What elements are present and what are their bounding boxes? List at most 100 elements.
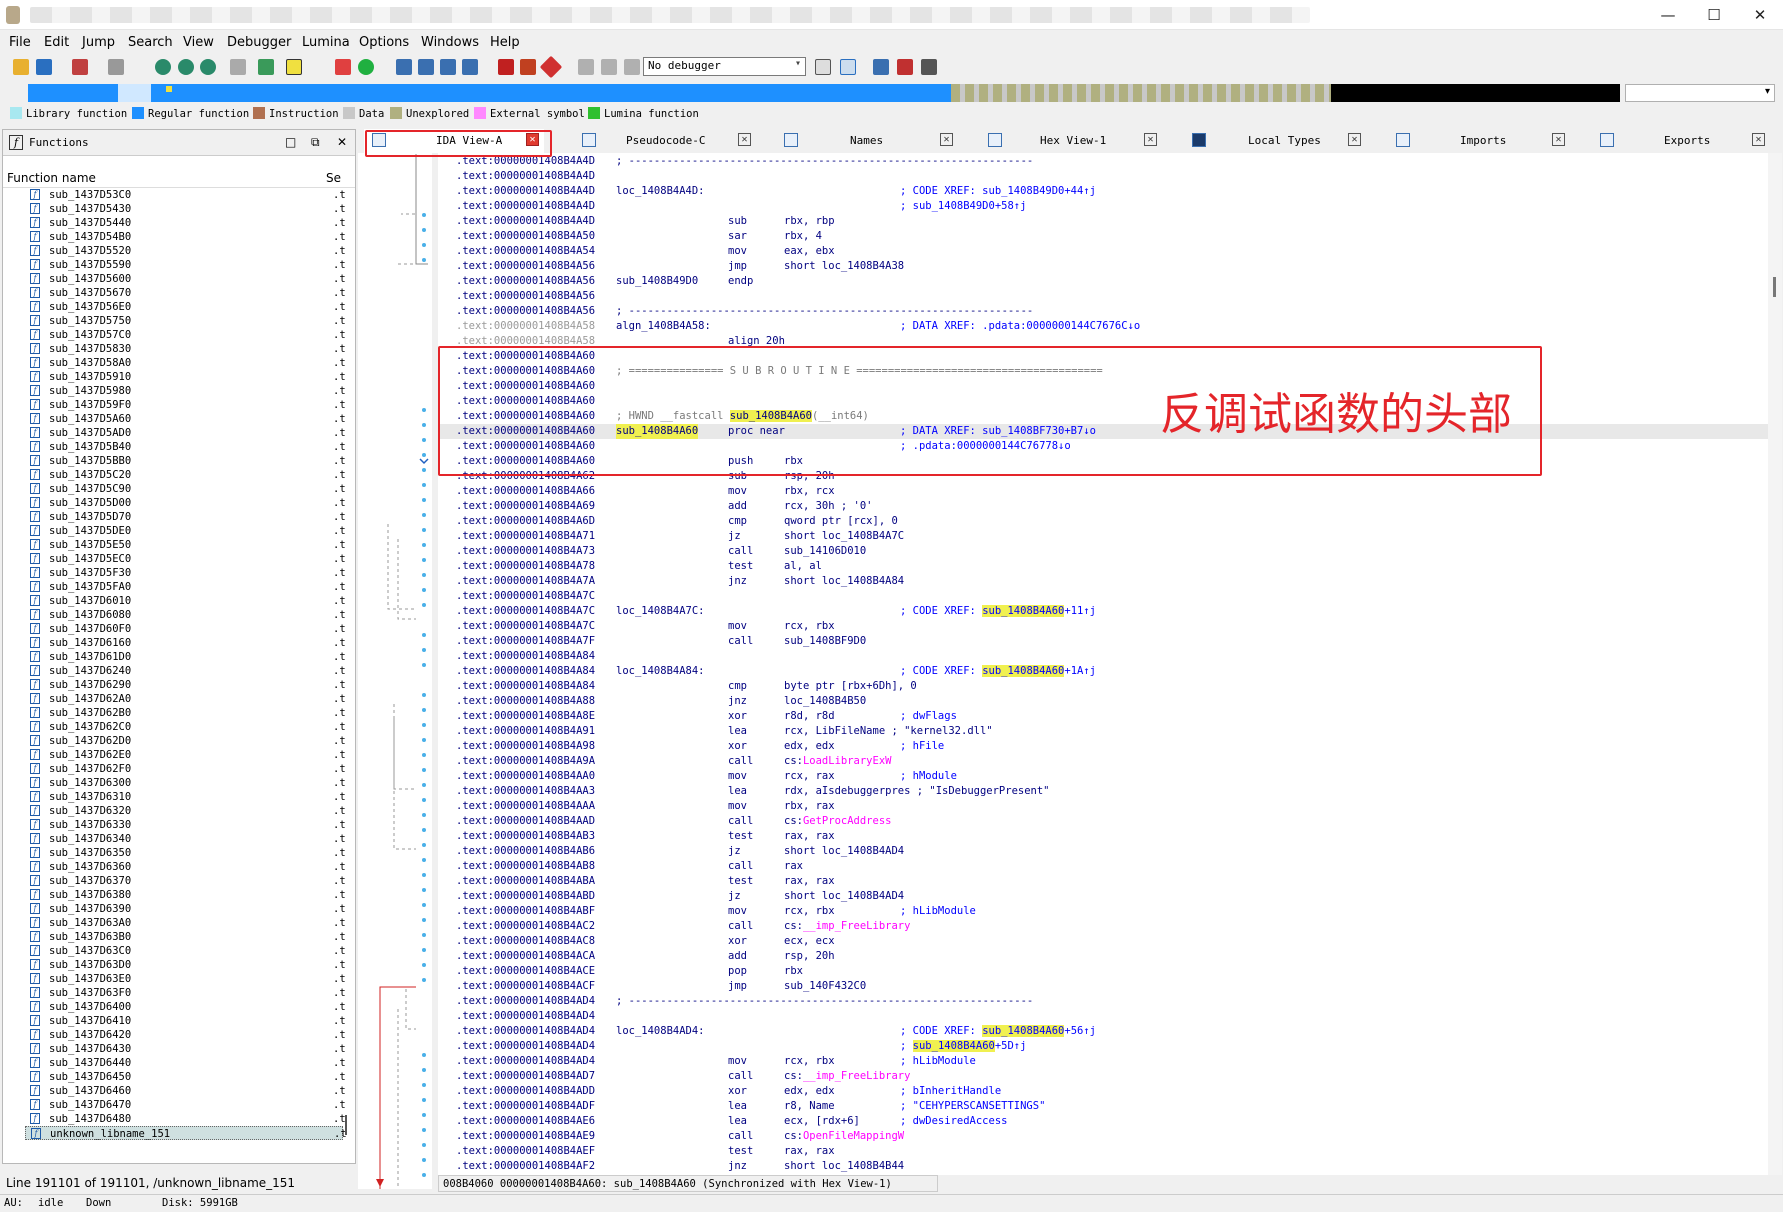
- asm-line[interactable]: .text:00000001408B4AA0 mov rcx, rax; hModu…: [438, 769, 1768, 784]
- trace-icon[interactable]: [520, 59, 536, 75]
- function-list-item[interactable]: f sub_1437D6410 .t: [25, 1014, 346, 1028]
- function-list-item[interactable]: f sub_1437D5590 .t: [25, 258, 346, 272]
- asm-line[interactable]: .text:00000001408B4A4D; sub_1408B49D0+58…: [438, 199, 1768, 214]
- list-icon[interactable]: [873, 59, 889, 75]
- function-list-item[interactable]: f sub_1437D5C20 .t: [25, 468, 346, 482]
- function-list-item[interactable]: f sub_1437D6080 .t: [25, 608, 346, 622]
- asm-line[interactable]: .text:00000001408B4AC2 call cs:__imp_FreeL…: [438, 919, 1768, 934]
- asm-line[interactable]: .text:00000001408B4A9A call cs:LoadLibrary…: [438, 754, 1768, 769]
- asm-line[interactable]: .text:00000001408B4AD4 loc_1408B4AD4:; CO…: [438, 1024, 1768, 1039]
- function-list-item[interactable]: f sub_1437D6370 .t: [25, 874, 346, 888]
- function-list-item[interactable]: f sub_1437D58A0 .t: [25, 356, 346, 370]
- function-list-item[interactable]: f sub_1437D5440 .t: [25, 216, 346, 230]
- menu-edit[interactable]: Edit: [44, 35, 69, 50]
- asm-line[interactable]: .text:00000001408B4AB8 call rax: [438, 859, 1768, 874]
- asm-line[interactable]: .text:00000001408B4A56 jmp short loc_1408B…: [438, 259, 1768, 274]
- function-list-item[interactable]: f sub_1437D6480 .t: [25, 1112, 346, 1126]
- menu-debugger[interactable]: Debugger: [227, 35, 291, 50]
- function-list-item[interactable]: f sub_1437D61D0 .t: [25, 650, 346, 664]
- function-list-item[interactable]: f sub_1437D5B40 .t: [25, 440, 346, 454]
- breakpoint-icon[interactable]: [498, 59, 514, 75]
- function-list-item[interactable]: f sub_1437D6420 .t: [25, 1028, 346, 1042]
- menu-options[interactable]: Options: [359, 35, 409, 50]
- menu-windows[interactable]: Windows: [421, 35, 479, 50]
- function-list-item[interactable]: f sub_1437D5BB0 .t: [25, 454, 346, 468]
- open-icon[interactable]: [13, 59, 29, 75]
- asm-line[interactable]: .text:00000001408B4A56 sub_1408B49D0 endp: [438, 274, 1768, 289]
- asm-line[interactable]: .text:00000001408B4A4D; ----------------…: [438, 154, 1768, 169]
- function-list-item[interactable]: f sub_1437D6470 .t: [25, 1098, 346, 1112]
- function-list-item[interactable]: f sub_1437D5F30 .t: [25, 566, 346, 580]
- hex-icon[interactable]: [155, 59, 171, 75]
- function-list-item[interactable]: f sub_1437D5520 .t: [25, 244, 346, 258]
- segment-icon[interactable]: [440, 59, 456, 75]
- function-list-item[interactable]: f sub_1437D63F0 .t: [25, 986, 346, 1000]
- asm-line[interactable]: .text:00000001408B4A7A jnz short loc_1408B…: [438, 574, 1768, 589]
- tab-close-icon[interactable]: ✕: [1348, 133, 1361, 146]
- function-list-item[interactable]: f sub_1437D6160 .t: [25, 636, 346, 650]
- asm-line[interactable]: .text:00000001408B4AD7 call cs:__imp_FreeL…: [438, 1069, 1768, 1084]
- tab-exports[interactable]: Exports ✕: [1592, 129, 1772, 153]
- panel-float-icon[interactable]: ⧉: [311, 135, 320, 150]
- asm-line[interactable]: .text:00000001408B4ABF mov rcx, rbx; hLibM…: [438, 904, 1768, 919]
- asm-line[interactable]: .text:00000001408B4AA3 lea rdx, aIsdebugge…: [438, 784, 1768, 799]
- function-list-item[interactable]: f unknown_libname_151 .t: [25, 1126, 347, 1140]
- disassembly-scrollbar[interactable]: [1768, 153, 1782, 1175]
- play-icon[interactable]: [578, 59, 594, 75]
- stop-debug-icon[interactable]: [624, 59, 640, 75]
- close-button[interactable]: ✕: [1737, 0, 1783, 30]
- debugger-select[interactable]: No debugger ▾: [643, 57, 806, 76]
- function-list-item[interactable]: f sub_1437D6450 .t: [25, 1070, 346, 1084]
- maximize-button[interactable]: ☐: [1691, 0, 1737, 30]
- function-list-item[interactable]: f sub_1437D53C0 .t: [25, 188, 346, 202]
- menu-file[interactable]: File: [9, 35, 31, 50]
- asm-line[interactable]: .text:00000001408B4AE6 lea ecx, [rdx+6]; d…: [438, 1114, 1768, 1129]
- function-list-item[interactable]: f sub_1437D60F0 .t: [25, 622, 346, 636]
- asm-line[interactable]: .text:00000001408B4A56: [438, 289, 1768, 304]
- asm-line[interactable]: .text:00000001408B4A84 loc_1408B4A84:; CO…: [438, 664, 1768, 679]
- asm-line[interactable]: .text:00000001408B4AD4: [438, 1009, 1768, 1024]
- tab-names[interactable]: Names ✕: [776, 129, 956, 153]
- function-list-item[interactable]: f sub_1437D62B0 .t: [25, 706, 346, 720]
- list-down-icon[interactable]: [921, 59, 937, 75]
- function-list-item[interactable]: f sub_1437D5A60 .t: [25, 412, 346, 426]
- pause-icon[interactable]: [601, 59, 617, 75]
- function-list-item[interactable]: f sub_1437D63E0 .t: [25, 972, 346, 986]
- asm-line[interactable]: .text:00000001408B4A91 lea rcx, LibFileNam…: [438, 724, 1768, 739]
- function-list-item[interactable]: f sub_1437D6380 .t: [25, 888, 346, 902]
- function-list-item[interactable]: f sub_1437D5AD0 .t: [25, 426, 346, 440]
- asm-line[interactable]: .text:00000001408B4A66 mov rbx, rcx: [438, 484, 1768, 499]
- function-list-item[interactable]: f sub_1437D5600 .t: [25, 272, 346, 286]
- function-list-item[interactable]: f sub_1437D5EC0 .t: [25, 552, 346, 566]
- function-list-item[interactable]: f sub_1437D62A0 .t: [25, 692, 346, 706]
- function-list-item[interactable]: f sub_1437D5750 .t: [25, 314, 346, 328]
- tab-close-icon[interactable]: ✕: [1552, 133, 1565, 146]
- function-list-item[interactable]: f sub_1437D62D0 .t: [25, 734, 346, 748]
- panel-close-icon[interactable]: ✕: [337, 135, 347, 149]
- disassembly-view[interactable]: .text:00000001408B4A4D; ----------------…: [438, 153, 1768, 1175]
- function-list-item[interactable]: f sub_1437D6430 .t: [25, 1042, 346, 1056]
- asm-line[interactable]: .text:00000001408B4A78 test al, al: [438, 559, 1768, 574]
- asm-line[interactable]: .text:00000001408B4A7C: [438, 589, 1768, 604]
- print-icon[interactable]: [230, 59, 246, 75]
- function-list-item[interactable]: f sub_1437D6390 .t: [25, 902, 346, 916]
- function-list-item[interactable]: f sub_1437D5670 .t: [25, 286, 346, 300]
- c-active-icon[interactable]: [840, 59, 856, 75]
- asm-line[interactable]: .text:00000001408B4AB3 test rax, rax: [438, 829, 1768, 844]
- function-list-item[interactable]: f sub_1437D54B0 .t: [25, 230, 346, 244]
- asm-line[interactable]: .text:00000001408B4AF2 jnz short loc_1408B…: [438, 1159, 1768, 1174]
- function-list-item[interactable]: f sub_1437D5D00 .t: [25, 496, 346, 510]
- navigation-band[interactable]: [28, 84, 1620, 102]
- function-list-item[interactable]: f sub_1437D62F0 .t: [25, 762, 346, 776]
- stop-icon[interactable]: [539, 55, 563, 79]
- asm-line[interactable]: .text:00000001408B4AD4; sub_1408B4A60+5D…: [438, 1039, 1768, 1054]
- text-icon[interactable]: [178, 59, 194, 75]
- back-icon[interactable]: [72, 59, 88, 75]
- forward-icon[interactable]: [108, 59, 124, 75]
- code-icon[interactable]: [335, 59, 351, 75]
- asm-line[interactable]: .text:00000001408B4ADD xor edx, edx; bInhe…: [438, 1084, 1768, 1099]
- data-icon[interactable]: [358, 59, 374, 75]
- function-list-item[interactable]: f sub_1437D5910 .t: [25, 370, 346, 384]
- asm-line[interactable]: .text:00000001408B4ACA add rsp, 20h: [438, 949, 1768, 964]
- function-list-item[interactable]: f sub_1437D6400 .t: [25, 1000, 346, 1014]
